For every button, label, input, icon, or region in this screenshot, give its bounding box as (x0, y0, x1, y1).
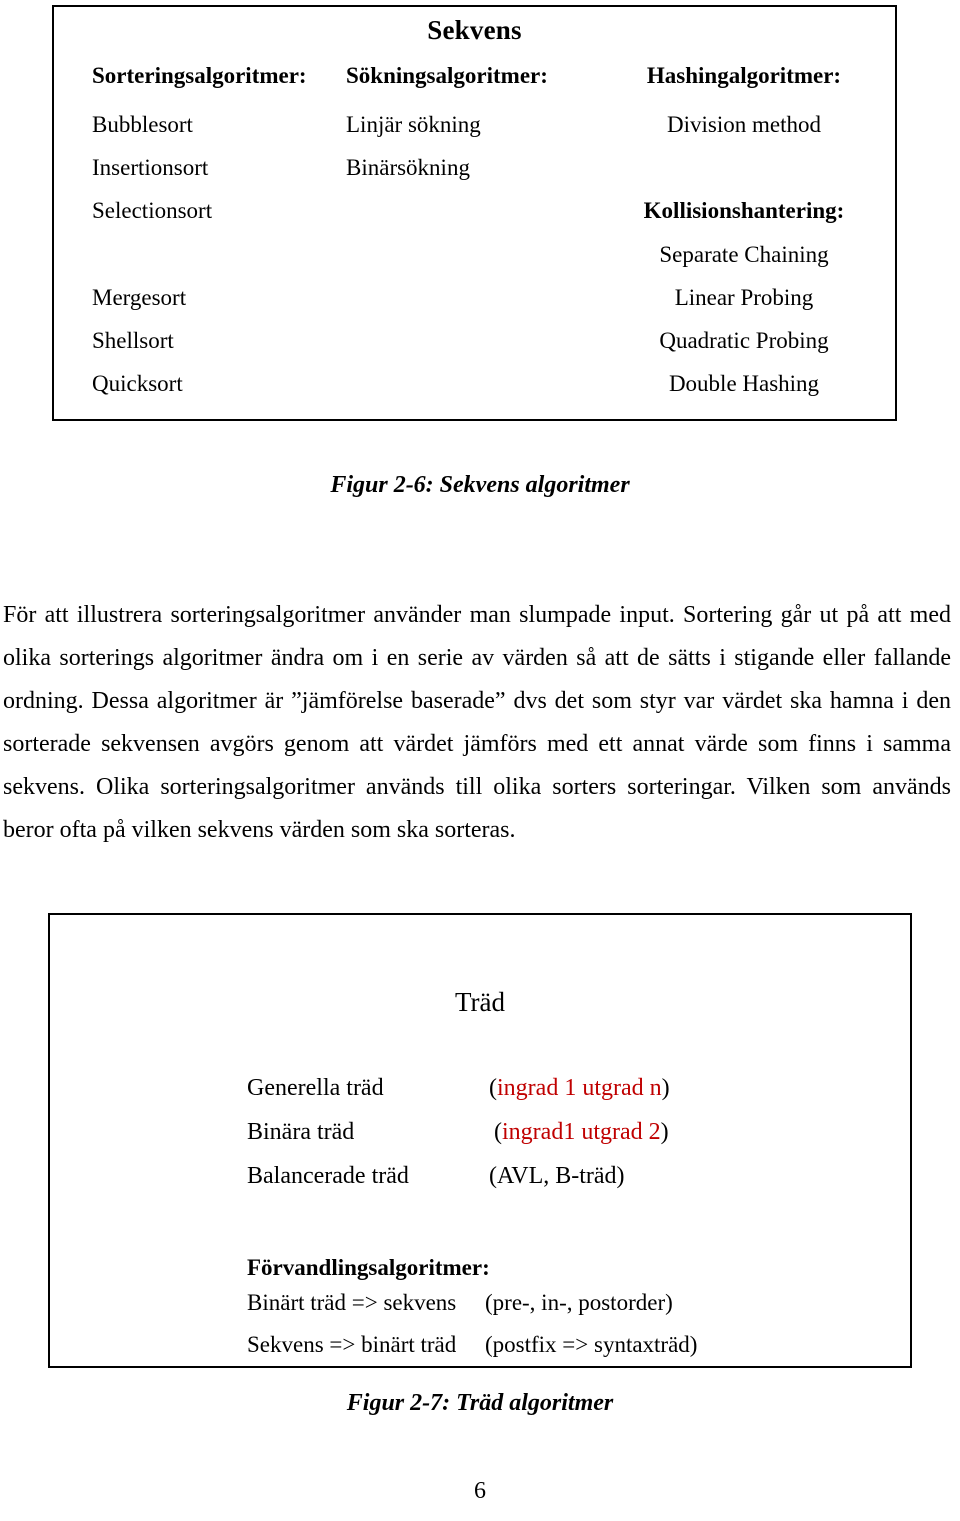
transform-right: (pre-, in-, postorder) (485, 1290, 673, 1315)
transform-row: Binärt träd => sekvens (pre-, in-, postor… (247, 1282, 697, 1324)
page-number: 6 (474, 1478, 486, 1504)
tree-degree-value: ingrad 1 utgrad n (497, 1075, 662, 1101)
transform-right: (postfix => syntaxträd) (485, 1332, 698, 1357)
figure-caption-2-6: Figur 2-6: Sekvens algoritmer (330, 472, 630, 498)
column-header-searching: Sökningsalgoritmer: (346, 63, 548, 88)
list-item-division-method: Division method (667, 112, 821, 137)
list-item-shellsort: Shellsort (92, 328, 174, 353)
figure-sekvens-title: Sekvens (427, 15, 522, 45)
figure-caption-2-7: Figur 2-7: Träd algoritmer (346, 1390, 614, 1416)
transform-left: Binärt träd => sekvens (247, 1290, 457, 1315)
tree-degree-binara-trad: (ingrad1 utgrad 2) (494, 1119, 669, 1146)
list-item-quicksort: Quicksort (92, 371, 183, 396)
tree-degree-value: ingrad1 utgrad 2 (502, 1119, 661, 1145)
list-item-linear-probing: Linear Probing (674, 285, 814, 310)
list-item-mergesort: Mergesort (92, 285, 187, 310)
transform-row: Sekvens => binärt träd (postfix => syntax… (247, 1324, 697, 1366)
list-item-insertionsort: Insertionsort (92, 155, 209, 180)
paren-close: ) (616, 1163, 625, 1189)
tree-type-binara-trad: Binära träd (247, 1119, 355, 1145)
tree-degree-value: AVL, B-träd (497, 1163, 617, 1189)
list-item-separate-chaining: Separate Chaining (659, 242, 829, 267)
list-item-double-hashing: Double Hashing (668, 371, 820, 396)
list-item-binarsokning: Binärsökning (346, 155, 470, 180)
figure-trad-box: Träd Generella träd (ingrad 1 utgrad n) … (48, 913, 912, 1368)
column-header-hashing: Hashingalgoritmer: (646, 63, 842, 88)
tree-degree-generella-trad: (ingrad 1 utgrad n) (489, 1075, 670, 1102)
list-item-linjar-sokning: Linjär sökning (346, 112, 481, 137)
transform-algorithms-block: Förvandlingsalgoritmer: Binärt träd => s… (247, 1254, 697, 1366)
tree-degree-balancerade-trad: (AVL, B-träd) (489, 1163, 625, 1190)
tree-type-generella-trad: Generella träd (247, 1075, 384, 1101)
transform-left: Sekvens => binärt träd (247, 1332, 457, 1357)
paren-open: ( (489, 1075, 497, 1101)
figure-trad-title: Träd (454, 987, 506, 1017)
tree-type-balancerade-trad: Balancerade träd (247, 1163, 409, 1189)
paren-open: ( (489, 1163, 497, 1189)
body-paragraph: För att illustrera sorteringsalgoritmer … (3, 602, 951, 843)
figure-sekvens-box: Sekvens Sorteringsalgoritmer: Bubblesort… (52, 5, 897, 421)
paren-close: ) (661, 1075, 670, 1101)
paren-close: ) (660, 1119, 669, 1145)
list-item-selectionsort: Selectionsort (92, 198, 213, 223)
list-item-quadratic-probing: Quadratic Probing (659, 328, 829, 353)
column-header-sorting: Sorteringsalgoritmer: (92, 63, 307, 88)
paren-open: ( (494, 1119, 502, 1145)
transform-algorithms-header: Förvandlingsalgoritmer: (247, 1255, 490, 1280)
list-item-bubblesort: Bubblesort (92, 112, 193, 137)
column-subheader-collision-handling: Kollisionshantering: (643, 198, 845, 223)
